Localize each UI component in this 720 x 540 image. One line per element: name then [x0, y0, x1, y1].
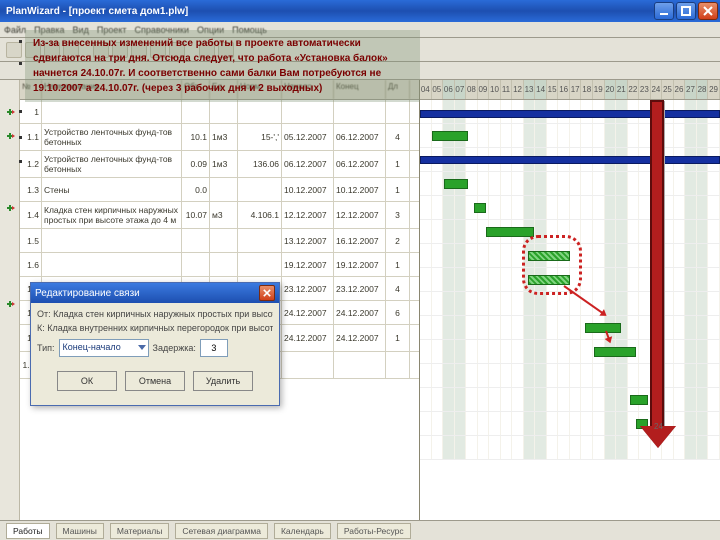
close-button[interactable] [698, 2, 718, 20]
delay-input[interactable]: 3 [200, 339, 228, 357]
task-bar[interactable] [486, 227, 534, 237]
task-bar[interactable] [585, 323, 621, 333]
bottom-tab[interactable]: Календарь [274, 523, 331, 539]
task-bar[interactable] [630, 395, 648, 405]
delay-label: Задержка: [153, 343, 196, 353]
row-add-icon[interactable] [0, 100, 19, 124]
to-row: К: Кладка внутренних кирпичных перегород… [37, 323, 273, 333]
bottom-tab[interactable]: Работы [6, 523, 50, 539]
window-titlebar: PlanWizard - [проект смета дом1.plw] [0, 0, 720, 22]
task-bar[interactable] [474, 203, 486, 213]
bottom-tab[interactable]: Сетевая диаграмма [175, 523, 268, 539]
table-row[interactable]: 1.2Устройство ленточных фунд-тов бетонны… [20, 151, 419, 178]
bottom-tab[interactable]: Работы-Ресурс [337, 523, 411, 539]
table-row[interactable]: 1.4Кладка стен кирпичных наружных просты… [20, 202, 419, 229]
highlight-oval [522, 235, 582, 295]
task-bar[interactable] [594, 347, 636, 357]
table-row[interactable]: 1.619.12.200719.12.20071 [20, 253, 419, 277]
ok-button[interactable]: ОК [57, 371, 117, 391]
window-title: PlanWizard - [проект смета дом1.plw] [6, 6, 652, 17]
task-bar[interactable] [444, 179, 468, 189]
dialog-close-button[interactable] [259, 285, 275, 301]
delete-button[interactable]: Удалить [193, 371, 253, 391]
menu-item[interactable]: Файл [4, 25, 26, 35]
dialog-title: Редактирование связи [35, 288, 259, 299]
from-row: От: Кладка стен кирпичных наружных прост… [37, 309, 273, 319]
annotation-box: Из-за внесенных изменений все работы в п… [25, 30, 420, 102]
cancel-button[interactable]: Отмена [125, 371, 185, 391]
table-row[interactable]: 1.513.12.200716.12.20072 [20, 229, 419, 253]
target-24: 24 [654, 422, 663, 431]
summary-bar[interactable] [420, 110, 720, 118]
gantt-day-header: 0405060708091011121314151617181920212223… [420, 80, 720, 100]
edit-link-dialog: Редактирование связи От: Кладка стен кир… [30, 282, 280, 406]
bottom-tab[interactable]: Машины [56, 523, 104, 539]
gantt-chart[interactable]: октябрь 2007г. 0405060708091011121314151… [420, 80, 720, 520]
task-bar[interactable] [432, 131, 468, 141]
tool-button[interactable] [6, 42, 22, 58]
bottom-tab[interactable]: Материалы [110, 523, 170, 539]
link-type-combo[interactable]: Конец-начало [59, 339, 149, 357]
table-row[interactable]: 1.3Стены0.010.12.200710.12.20071 [20, 178, 419, 202]
gantt-body: 24 [420, 100, 720, 460]
bottom-tabbar: Работы Машины Материалы Сетевая диаграмм… [0, 520, 720, 540]
row-add-icon[interactable] [0, 292, 19, 316]
table-row[interactable]: 1 [20, 100, 419, 124]
type-label: Тип: [37, 343, 55, 353]
row-add-icon[interactable] [0, 124, 19, 148]
table-row[interactable]: 1.1Устройство ленточных фунд-тов бетонны… [20, 124, 419, 151]
big-arrow-down [650, 100, 664, 430]
minimize-button[interactable] [654, 2, 674, 20]
summary-bar[interactable] [420, 156, 720, 164]
maximize-button[interactable] [676, 2, 696, 20]
row-gutter [0, 80, 20, 520]
annotation-text: Из-за внесенных изменений все работы в п… [33, 38, 388, 94]
row-add-icon[interactable] [0, 196, 19, 220]
